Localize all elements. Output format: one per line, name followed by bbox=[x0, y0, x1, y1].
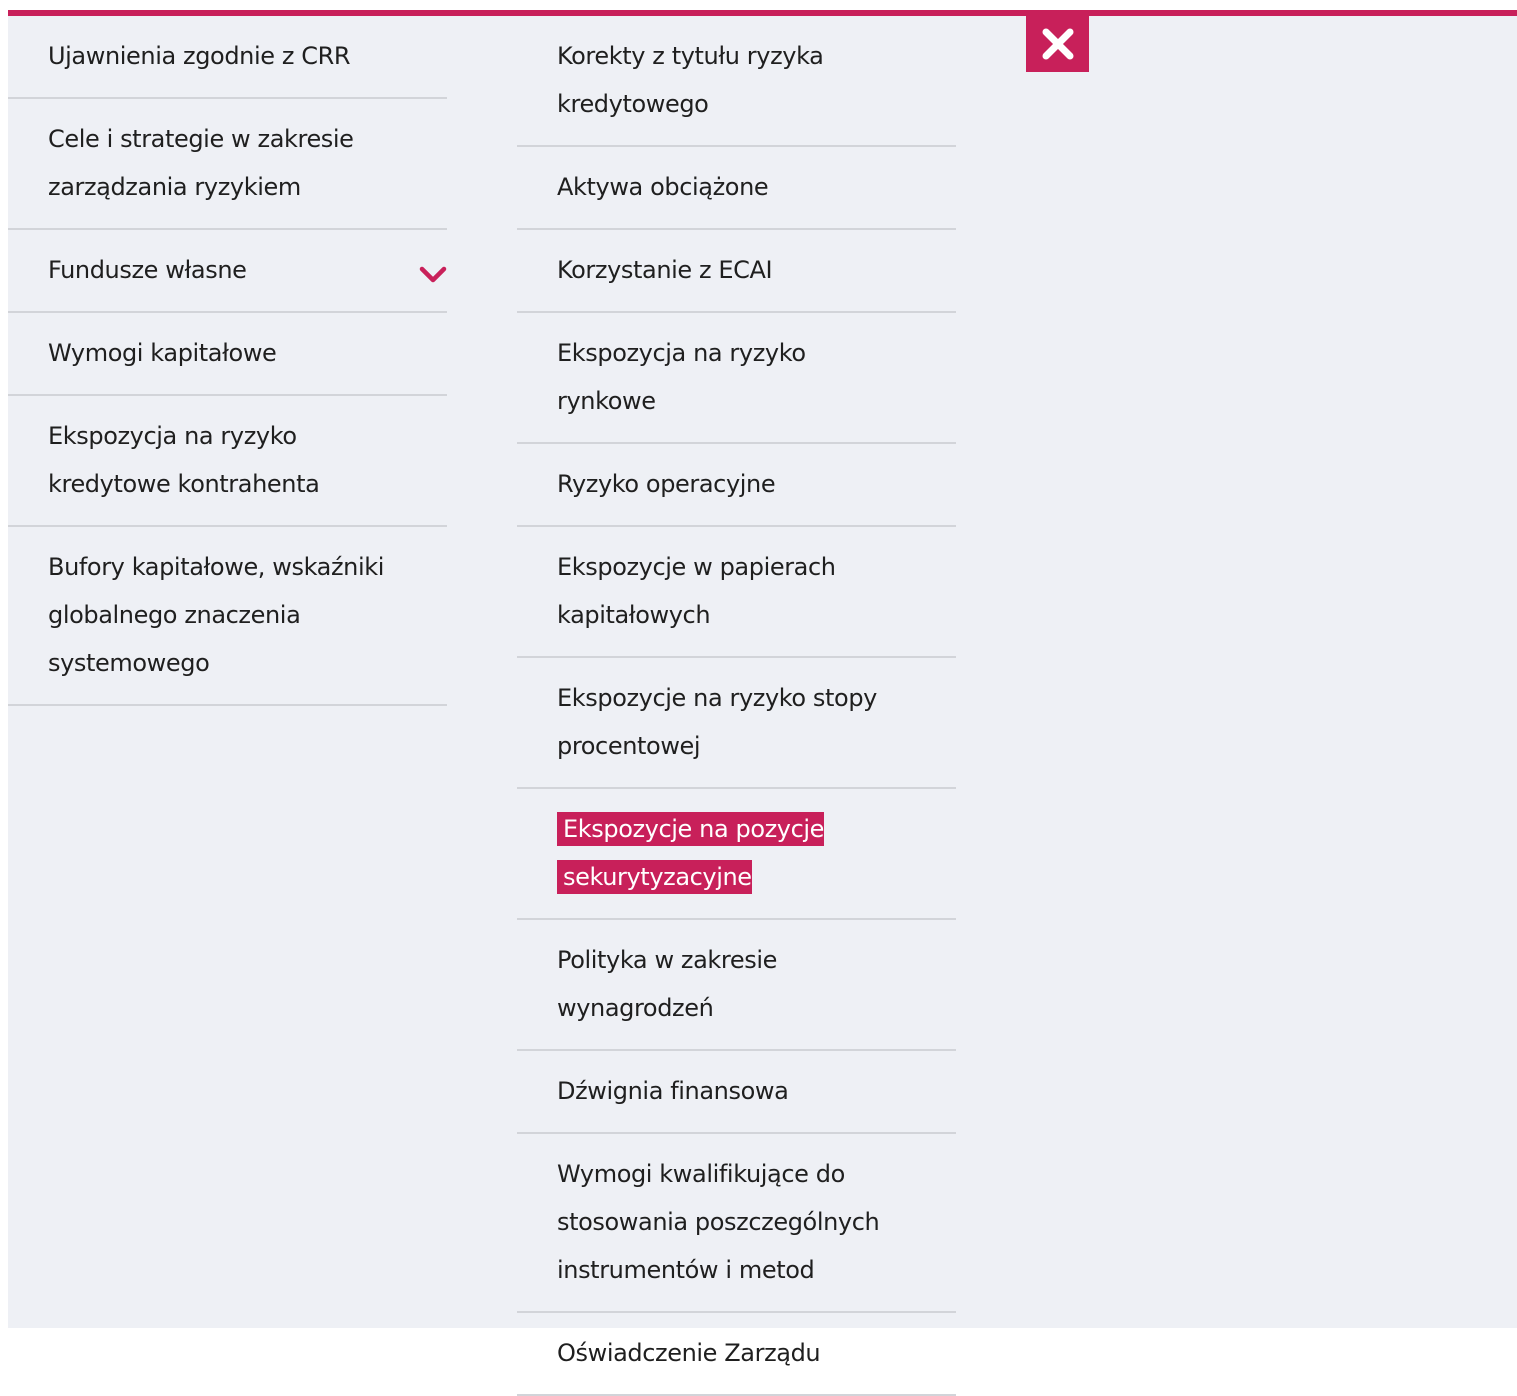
menu-item-korekty-ryzyka[interactable]: Korekty z tytułu ryzyka kredytowego bbox=[517, 16, 956, 147]
menu-item-dzwignia-finansowa[interactable]: Dźwignia finansowa bbox=[517, 1051, 956, 1134]
menu-item-label: Dźwignia finansowa bbox=[557, 1077, 789, 1105]
menu-item-ryzyko-operacyjne[interactable]: Ryzyko operacyjne bbox=[517, 444, 956, 527]
menu-item-label: Ryzyko operacyjne bbox=[557, 470, 776, 498]
menu-item-label: Aktywa obciążone bbox=[557, 173, 769, 201]
menu-item-wymogi-kwalifikujace[interactable]: Wymogi kwalifikujące do stosowania poszc… bbox=[517, 1134, 956, 1313]
menu-item-wynagrodzen[interactable]: Polityka w zakresie wynagrodzeń bbox=[517, 920, 956, 1051]
menu-item-sekurytyzacyjne[interactable]: Ekspozycje na pozycje sekurytyzacyjne bbox=[517, 789, 956, 920]
close-button[interactable] bbox=[1026, 16, 1089, 72]
close-icon bbox=[1042, 28, 1073, 60]
menu-item-ekspozycja-kontrahenta[interactable]: Ekspozycja na ryzyko kredytowe kontrahen… bbox=[8, 396, 447, 527]
menu-item-label: Polityka w zakresie wynagrodzeń bbox=[557, 946, 777, 1022]
menu-item-label: Fundusze własne bbox=[48, 256, 247, 284]
menu-item-label: Wymogi kwalifikujące do stosowania poszc… bbox=[557, 1160, 880, 1284]
menu-item-bufory-kapitalowe[interactable]: Bufory kapitałowe, wskaźniki globalnego … bbox=[8, 527, 447, 706]
menu-item-label-active: Ekspozycje na pozycje sekurytyzacyjne bbox=[557, 812, 824, 894]
chevron-down-icon[interactable] bbox=[419, 266, 447, 284]
menu-item-oswiadczenie-zarzadu[interactable]: Oświadczenie Zarządu bbox=[517, 1313, 956, 1396]
menu-item-fundusze-wlasne[interactable]: Fundusze własne bbox=[8, 230, 447, 313]
menu-item-label: Cele i strategie w zakresie zarządzania … bbox=[48, 125, 354, 201]
menu-item-wymogi-kapitalowe[interactable]: Wymogi kapitałowe bbox=[8, 313, 447, 396]
menu-item-cele-i-strategie[interactable]: Cele i strategie w zakresie zarządzania … bbox=[8, 99, 447, 230]
menu-item-label: Ekspozycje w papierach kapitałowych bbox=[557, 553, 836, 629]
menu-item-ecai[interactable]: Korzystanie z ECAI bbox=[517, 230, 956, 313]
menu-item-label: Korekty z tytułu ryzyka kredytowego bbox=[557, 42, 824, 118]
left-menu-column: Ujawnienia zgodnie z CRR Cele i strategi… bbox=[8, 16, 447, 706]
menu-item-label: Ekspozycja na ryzyko kredytowe kontrahen… bbox=[48, 422, 320, 498]
menu-item-label: Korzystanie z ECAI bbox=[557, 256, 773, 284]
menu-item-label: Bufory kapitałowe, wskaźniki globalnego … bbox=[48, 553, 385, 677]
menu-item-label: Ekspozycje na ryzyko stopy procentowej bbox=[557, 684, 877, 760]
menu-item-label: Ujawnienia zgodnie z CRR bbox=[48, 42, 351, 70]
menu-item-ryzyko-rynkowe[interactable]: Ekspozycja na ryzyko rynkowe bbox=[517, 313, 956, 444]
menu-item-papiery-kapitalowe[interactable]: Ekspozycje w papierach kapitałowych bbox=[517, 527, 956, 658]
menu-item-label: Oświadczenie Zarządu bbox=[557, 1339, 821, 1367]
menu-item-label: Ekspozycja na ryzyko rynkowe bbox=[557, 339, 806, 415]
menu-item-stopy-procentowej[interactable]: Ekspozycje na ryzyko stopy procentowej bbox=[517, 658, 956, 789]
navigation-menu-panel: Ujawnienia zgodnie z CRR Cele i strategi… bbox=[8, 10, 1517, 1396]
right-menu-column: Korekty z tytułu ryzyka kredytowego Akty… bbox=[517, 16, 956, 1396]
menu-item-ujawnienia-crr[interactable]: Ujawnienia zgodnie z CRR bbox=[8, 16, 447, 99]
menu-item-label: Wymogi kapitałowe bbox=[48, 339, 277, 367]
menu-item-aktywa-obciazone[interactable]: Aktywa obciążone bbox=[517, 147, 956, 230]
